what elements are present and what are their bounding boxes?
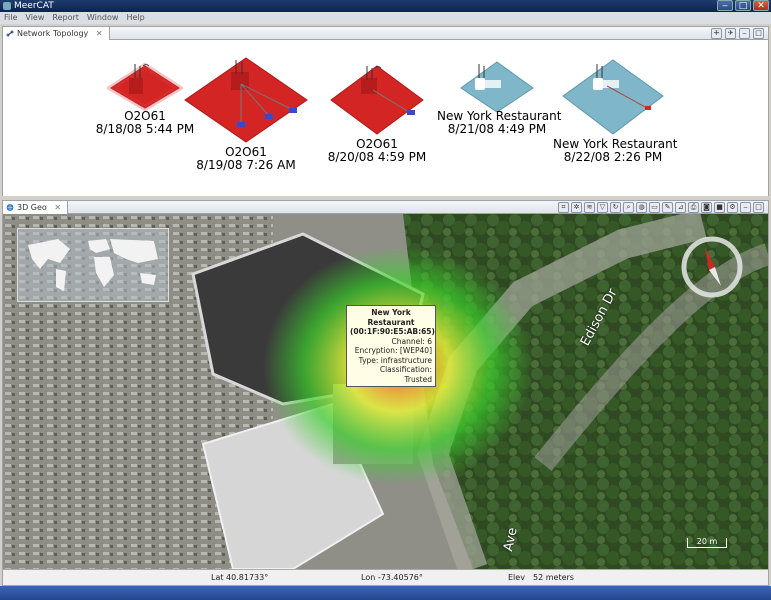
network-node-diamond[interactable] bbox=[327, 62, 427, 140]
network-node[interactable]: New York Restaurant 8/21/08 4:49 PM bbox=[437, 110, 561, 136]
tab-3d-geo[interactable]: 3D Geo ✕ bbox=[3, 201, 69, 214]
measure-icon[interactable]: ⊿ bbox=[675, 202, 686, 213]
satellite-map[interactable]: Edison Dr Ave 20 m New York Restaurant (… bbox=[3, 214, 768, 569]
elevation-value: 52 meters bbox=[533, 573, 574, 582]
globe-icon bbox=[6, 204, 14, 211]
tab-label: Network Topology bbox=[17, 29, 89, 38]
tooltip-mac: (00:1F:90:E5:AB:65) bbox=[350, 327, 435, 336]
network-node-diamond[interactable] bbox=[107, 60, 183, 112]
node-date: 8/20/08 4:59 PM bbox=[327, 150, 427, 164]
filter-icon[interactable]: ▽ bbox=[597, 202, 608, 213]
settings-icon[interactable]: ⚙ bbox=[727, 202, 738, 213]
latitude-readout: Lat 40.81733° bbox=[211, 573, 269, 582]
geo-status-bar: Lat 40.81733° Lon -73.40576° Elev 52 met… bbox=[3, 569, 768, 585]
scale-label: 20 m bbox=[696, 537, 718, 546]
minimize-view-icon[interactable]: ‒ bbox=[740, 202, 751, 213]
tab-network-topology[interactable]: Network Topology ✕ bbox=[3, 27, 110, 40]
tooltip-type: Type: infrastructure bbox=[358, 355, 432, 365]
topology-icon bbox=[6, 30, 14, 37]
world-overview-map[interactable] bbox=[17, 228, 169, 302]
tab-close-icon[interactable]: ✕ bbox=[96, 29, 103, 38]
tab-label: 3D Geo bbox=[17, 203, 47, 212]
node-date: 8/19/08 7:26 AM bbox=[196, 158, 296, 172]
access-point-tooltip: New York Restaurant (00:1F:90:E5:AB:65) … bbox=[346, 305, 436, 387]
node-date: 8/22/08 2:26 PM bbox=[563, 150, 663, 164]
topology-tabbar: Network Topology ✕ ⁜ ✈ ‒ □ bbox=[3, 27, 768, 40]
maximize-button[interactable]: □ bbox=[735, 0, 751, 11]
tab-close-icon[interactable]: ✕ bbox=[54, 203, 61, 212]
close-button[interactable]: ✕ bbox=[753, 0, 769, 11]
tooltip-classification: Classification: Trusted bbox=[379, 365, 432, 384]
refresh-icon[interactable]: ↻ bbox=[610, 202, 621, 213]
network-node[interactable]: O2O61 8/18/08 5:44 PM bbox=[95, 110, 195, 136]
taskbar bbox=[0, 586, 771, 600]
folder-icon[interactable]: ▭ bbox=[649, 202, 660, 213]
window-titlebar: MeerCAT ‒ □ ✕ bbox=[0, 0, 771, 12]
network-node-diamond[interactable] bbox=[457, 58, 537, 116]
world-map-graphic bbox=[28, 239, 158, 291]
layers-icon[interactable]: ◍ bbox=[636, 202, 647, 213]
menu-help[interactable]: Help bbox=[126, 12, 144, 24]
menu-window[interactable]: Window bbox=[87, 12, 119, 24]
print-icon[interactable]: ⎙ bbox=[688, 202, 699, 213]
node-date: 8/21/08 4:49 PM bbox=[447, 122, 547, 136]
tooltip-title: New York Restaurant bbox=[367, 308, 415, 327]
window-title: MeerCAT bbox=[14, 1, 54, 11]
elevation-label: Elev bbox=[508, 573, 525, 582]
node-date: 8/18/08 5:44 PM bbox=[95, 122, 195, 136]
signal-icon[interactable]: ≋ bbox=[584, 202, 595, 213]
3d-geo-panel: 3D Geo ✕ ⌗ ✲ ≋ ▽ ↻ ⌕ ◍ ▭ ✎ ⊿ ⎙ ◙ ■ ⚙ ‒ □ bbox=[2, 200, 769, 586]
menu-report[interactable]: Report bbox=[52, 12, 79, 24]
pencil-icon[interactable]: ✎ bbox=[662, 202, 673, 213]
network-node[interactable]: O2O61 8/19/08 7:26 AM bbox=[191, 146, 301, 172]
compass-icon[interactable] bbox=[679, 234, 745, 300]
network-node[interactable]: New York Restaurant 8/22/08 2:26 PM bbox=[553, 138, 677, 164]
topology-canvas: O2O61 8/18/08 5:44 PM O2O61 8/19/08 7:26… bbox=[3, 40, 768, 196]
satellite-icon[interactable]: ✲ bbox=[571, 202, 582, 213]
tooltip-channel: Channel: 6 bbox=[391, 336, 432, 346]
network-node-diamond[interactable] bbox=[181, 54, 311, 146]
network-icon[interactable]: ⌗ bbox=[558, 202, 569, 213]
network-node-diamond[interactable] bbox=[559, 56, 667, 138]
tooltip-encryption: Encryption: [WEP40] bbox=[354, 346, 432, 355]
app-icon bbox=[3, 2, 11, 10]
menu-view[interactable]: View bbox=[25, 12, 44, 24]
minimize-view-icon[interactable]: ‒ bbox=[739, 28, 750, 39]
menu-bar: File View Report Window Help bbox=[0, 12, 771, 24]
grid-icon[interactable]: ■ bbox=[714, 202, 725, 213]
scale-bar: 20 m bbox=[687, 538, 727, 548]
maximize-view-icon[interactable]: □ bbox=[753, 28, 764, 39]
longitude-readout: Lon -73.40576° bbox=[361, 573, 423, 582]
network-topology-panel: Network Topology ✕ ⁜ ✈ ‒ □ O2O61 8/18/08… bbox=[2, 26, 769, 196]
camera-icon[interactable]: ◙ bbox=[701, 202, 712, 213]
minimize-button[interactable]: ‒ bbox=[717, 0, 733, 11]
pin-icon[interactable]: ✈ bbox=[725, 28, 736, 39]
layout-icon[interactable]: ⁜ bbox=[711, 28, 722, 39]
menu-file[interactable]: File bbox=[4, 12, 17, 24]
zoom-icon[interactable]: ⌕ bbox=[623, 202, 634, 213]
network-node[interactable]: O2O61 8/20/08 4:59 PM bbox=[327, 138, 427, 164]
maximize-view-icon[interactable]: □ bbox=[753, 202, 764, 213]
geo-tabbar: 3D Geo ✕ ⌗ ✲ ≋ ▽ ↻ ⌕ ◍ ▭ ✎ ⊿ ⎙ ◙ ■ ⚙ ‒ □ bbox=[3, 201, 768, 214]
